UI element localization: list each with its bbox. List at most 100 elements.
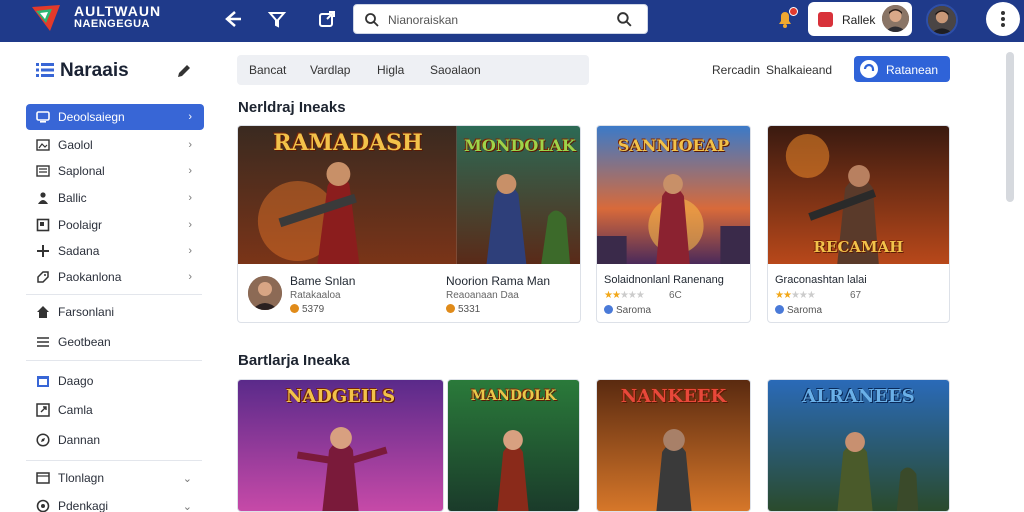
game-card[interactable]: RECAMAH Graconashtan lalai ★★★★★ 67 Saro… — [767, 125, 950, 323]
sidebar-item-dannan[interactable]: Dannan — [26, 427, 204, 453]
profile-avatar[interactable] — [926, 4, 958, 36]
tab-vardlap[interactable]: Vardlap — [310, 63, 350, 77]
box-icon — [36, 472, 50, 484]
account-icon — [818, 12, 833, 27]
sidebar-divider — [26, 294, 202, 295]
search-icon — [365, 13, 379, 27]
chevron-right-icon: › — [188, 111, 192, 123]
sidebar-item-gaolol[interactable]: Gaolol › — [26, 132, 204, 158]
game-subtitle: Reaoanaan Daa — [446, 290, 519, 301]
game-subtitle: Ratakaaloa — [290, 290, 341, 301]
rating-stars: ★★★★★ — [604, 290, 645, 301]
sidebar-item-deoolsaiegn[interactable]: Deoolsaiegn › — [26, 104, 204, 130]
sidebar-item-label: Poolaigr — [58, 218, 103, 232]
sidebar-item-sadana[interactable]: Sadana › — [26, 238, 204, 264]
action-icon — [860, 60, 878, 78]
game-publisher: Saroma — [604, 305, 651, 316]
game-cover-title: MONDOLAK — [464, 136, 576, 155]
sidebar-item-paokanlona[interactable]: Paokanlona › — [26, 264, 204, 290]
top-bar: AULTWAUN NAENGEGUA Nianoraiskan Rallek — [0, 0, 1024, 42]
game-subtitle: Saroma — [787, 305, 823, 316]
sidebar-item-poolaigr[interactable]: Poolaigr › — [26, 212, 204, 238]
avatar — [882, 5, 909, 32]
search-bar[interactable]: Nianoraiskan — [353, 4, 648, 34]
sidebar-item-label: Sadana — [58, 244, 100, 258]
sidebar-item-camla[interactable]: Camla — [26, 397, 204, 423]
monitor-icon — [36, 111, 50, 123]
tab-saoalaon[interactable]: Saoalaon — [430, 63, 481, 77]
sidebar-item-label: Tlonlagn — [58, 471, 105, 485]
sidebar-item-label: Pdenkagi — [58, 499, 109, 512]
game-card[interactable]: MANDOLK — [447, 379, 580, 512]
game-cover-title: RECAMAH — [813, 238, 904, 256]
notification-dot — [789, 7, 798, 16]
compass-icon — [36, 433, 50, 447]
sidebar-item-label: Geotbean — [58, 335, 111, 349]
game-card-featured[interactable]: RAMADASH MONDOLAK Bame Snlan Ratakaaloa … — [237, 125, 581, 323]
sidebar-item-label: Deoolsaiegn — [58, 110, 125, 124]
notification-bell-icon[interactable] — [774, 7, 798, 30]
game-price-value: 5379 — [302, 304, 325, 315]
list-icon — [36, 63, 54, 77]
sort-option-b[interactable]: Shalkaieand — [766, 63, 832, 77]
primary-action-label: Ratanean — [886, 63, 939, 77]
sidebar-item-geotbean[interactable]: Geotbean — [26, 329, 204, 355]
sidebar-item-label: Gaolol — [58, 138, 93, 152]
search-submit-icon[interactable] — [616, 11, 633, 28]
upload-icon[interactable] — [316, 8, 338, 30]
circle-icon — [36, 499, 50, 512]
chevron-right-icon: › — [188, 165, 192, 177]
chevron-right-icon: › — [188, 192, 192, 204]
game-title: Solaidnonlanl Ranenang — [604, 274, 724, 286]
app-logo-icon[interactable] — [30, 3, 62, 33]
game-cover-title: MANDOLK — [470, 388, 557, 404]
logo-line-1: AULTWAUN — [74, 3, 162, 19]
calendar-icon — [37, 376, 49, 387]
plus-icon — [37, 245, 49, 257]
coin-icon — [446, 304, 455, 313]
game-thumbnail — [248, 276, 282, 310]
app-logo-text[interactable]: AULTWAUN NAENGEGUA — [74, 3, 162, 30]
sidebar-item-ballic[interactable]: Ballic › — [26, 185, 204, 211]
tab-bancat[interactable]: Bancat — [249, 63, 286, 77]
sidebar-item-label: Saplonal — [58, 164, 105, 178]
game-cover-title: RAMADASH — [273, 130, 423, 156]
sidebar-item-label: Farsonlani — [58, 305, 115, 319]
chevron-right-icon: › — [188, 219, 192, 231]
sidebar-item-farsonlani[interactable]: Farsonlani — [26, 299, 204, 325]
rating-stars: ★★★★★ — [775, 290, 816, 301]
home-icon — [37, 306, 49, 318]
sidebar-item-saplonal[interactable]: Saplonal › — [26, 158, 204, 184]
menu-icon — [37, 337, 49, 347]
game-title: Bame Snlan — [290, 274, 356, 288]
edit-icon[interactable] — [175, 62, 193, 80]
sidebar-item-label: Camla — [58, 403, 93, 417]
sidebar-item-daago[interactable]: Daago — [26, 368, 204, 394]
scrollbar[interactable] — [1006, 52, 1014, 202]
chevron-down-icon: ⌄ — [182, 473, 192, 485]
sort-option-a[interactable]: Rercadin — [712, 63, 760, 77]
image-icon — [36, 139, 50, 151]
game-cover-title: SANNIOEAP — [617, 136, 730, 155]
game-price: 5331 — [446, 304, 480, 315]
sidebar-item-tlonlagn[interactable]: Tlonlagn ⌄ — [26, 465, 204, 491]
sidebar-item-label: Dannan — [58, 433, 101, 447]
logo-line-2: NAENGEGUA — [74, 18, 151, 30]
tab-higla[interactable]: Higla — [377, 63, 404, 77]
game-card[interactable]: NADGEILS — [237, 379, 444, 512]
game-card[interactable]: ALRANEES — [767, 379, 950, 512]
section-title-popular: Bartlarja Ineaka — [238, 352, 350, 369]
coin-icon — [290, 304, 299, 313]
back-icon[interactable] — [222, 8, 244, 30]
game-cover-title: NANKEEK — [620, 386, 727, 407]
filter-icon[interactable] — [266, 8, 288, 30]
user-chip[interactable]: Rallek — [808, 2, 912, 36]
primary-action-button[interactable]: Ratanean — [854, 56, 950, 82]
game-card[interactable]: NANKEEK — [596, 379, 751, 512]
more-menu-icon[interactable] — [986, 2, 1020, 36]
game-price-value: 6C — [669, 290, 682, 301]
game-card[interactable]: SANNIOEAP Solaidnonlanl Ranenang ★★★★★ 6… — [596, 125, 751, 323]
sidebar-item-pdenkagi[interactable]: Pdenkagi ⌄ — [26, 493, 204, 512]
list-icon — [36, 165, 50, 177]
tag-icon — [37, 271, 49, 283]
